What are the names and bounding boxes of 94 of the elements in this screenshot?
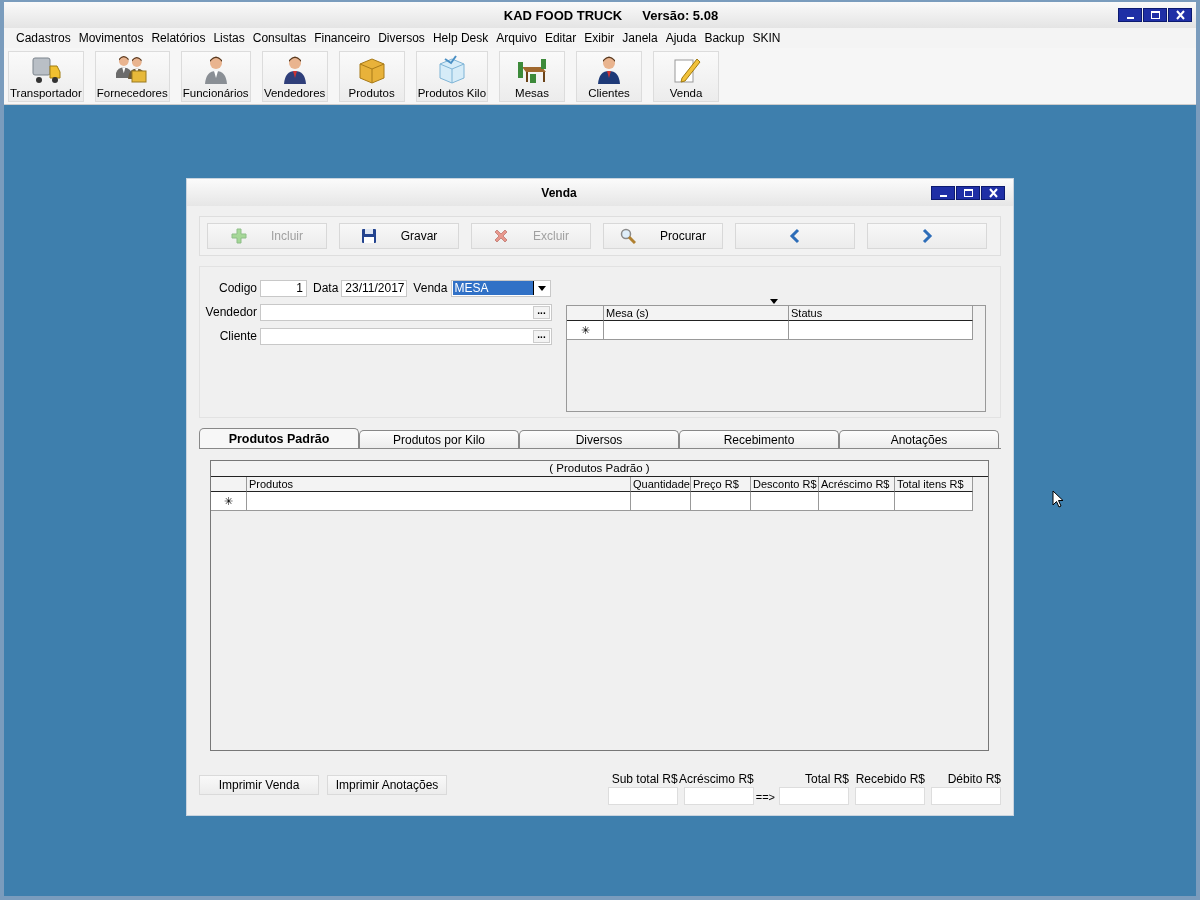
menu-item[interactable]: Arquivo <box>496 31 537 45</box>
menu-item[interactable]: Backup <box>704 31 745 45</box>
toolbar-button[interactable]: Vendedores <box>261 50 328 102</box>
column-header: Acréscimo R$ <box>819 477 895 492</box>
total-label: Total R$ <box>804 772 849 786</box>
total-field[interactable] <box>779 787 849 805</box>
total-field[interactable] <box>855 787 925 805</box>
menu-item[interactable]: Editar <box>544 31 577 45</box>
toolbar-button[interactable]: Clientes <box>576 50 643 102</box>
total-field[interactable] <box>931 787 1001 805</box>
column-header: Status <box>789 306 973 321</box>
menu-item[interactable]: SKIN <box>752 31 781 45</box>
search-icon <box>620 228 636 244</box>
new-row-marker: ✳ <box>567 321 604 340</box>
toolbar-button[interactable]: Venda <box>653 50 720 102</box>
print-button[interactable]: Imprimir Anotações <box>327 775 447 795</box>
code-field[interactable]: 1 <box>260 279 307 297</box>
column-header: Quantidade <box>631 477 691 492</box>
action-button[interactable]: Procurar <box>603 223 723 249</box>
maximize-icon <box>962 187 974 198</box>
menu-item[interactable]: Diversos <box>378 31 425 45</box>
total-field[interactable] <box>607 787 678 805</box>
app-title: KAD FOOD TRUCK <box>503 7 623 23</box>
menu-item[interactable]: Movimentos <box>78 31 144 45</box>
column-header: Total itens R$ <box>895 477 973 492</box>
column-header: Mesa (s) <box>604 306 789 321</box>
minimize-icon <box>939 194 947 197</box>
action-button[interactable]: Gravar <box>339 223 459 249</box>
total-label: Recebido R$ <box>855 772 925 786</box>
column-header: Desconto R$ <box>751 477 819 492</box>
cursor-icon <box>1052 490 1064 508</box>
menu-item[interactable]: Consultas <box>252 31 307 45</box>
toolbar-button[interactable]: Funcionários <box>180 50 251 102</box>
sale-type-dropdown[interactable]: MESA <box>451 279 552 297</box>
table-caption: ( Produtos Padrão ) <box>211 461 988 477</box>
total-label: Acréscimo R$ <box>679 772 754 786</box>
plus-icon <box>231 228 247 244</box>
maximize-icon <box>1149 10 1161 20</box>
table-cell <box>631 492 691 511</box>
menu-item[interactable]: Cadastros <box>16 31 71 45</box>
tab[interactable]: Recebimento <box>679 430 839 448</box>
total-field[interactable] <box>683 787 754 805</box>
next-button[interactable] <box>867 223 987 249</box>
maximize-button[interactable] <box>956 185 980 200</box>
browse-button[interactable]: ... <box>533 329 550 343</box>
new-row-marker: ✳ <box>211 492 247 511</box>
delete-icon <box>493 228 509 244</box>
toolbar-button[interactable]: Mesas <box>499 50 566 102</box>
tab[interactable]: Produtos por Kilo <box>359 430 519 448</box>
previous-button[interactable] <box>735 223 855 249</box>
minimize-button[interactable] <box>1118 8 1142 22</box>
date-field[interactable]: 23/11/2017 <box>341 279 408 297</box>
tab[interactable]: Anotações <box>839 430 999 448</box>
total-label: Débito R$ <box>947 772 1001 786</box>
field-label: Venda <box>412 281 449 295</box>
toolbar-button[interactable]: Transportador <box>8 50 84 102</box>
field-label: Codigo <box>217 281 258 295</box>
minimize-button[interactable] <box>931 185 955 200</box>
menu-item[interactable]: Help Desk <box>432 31 489 45</box>
menu-item[interactable]: Ajuda <box>665 31 697 45</box>
total-label: Sub total R$ <box>611 772 678 786</box>
arrow-label: ==> <box>755 791 775 805</box>
column-header: Preço R$ <box>691 477 751 492</box>
close-button[interactable] <box>981 185 1005 200</box>
customer-field[interactable]: ... <box>260 327 552 345</box>
tab[interactable]: Produtos Padrão <box>199 428 359 448</box>
toolbar-button[interactable]: Produtos Kilo <box>415 50 489 102</box>
save-icon <box>360 228 377 244</box>
close-icon <box>1174 10 1186 20</box>
caret-icon <box>538 285 547 291</box>
field-label: Cliente <box>218 329 258 343</box>
menu-item[interactable]: Financeiro <box>314 31 371 45</box>
menu-item[interactable]: Relatórios <box>151 31 206 45</box>
close-icon <box>987 187 999 198</box>
toolbar-button[interactable]: Produtos <box>338 50 405 102</box>
menu-item[interactable]: Exibir <box>584 31 615 45</box>
menu-item[interactable]: Janela <box>622 31 658 45</box>
field-label: Data <box>312 281 340 295</box>
window-title: Venda <box>540 185 578 200</box>
close-button[interactable] <box>1168 8 1192 22</box>
menu-item[interactable]: Listas <box>213 31 245 45</box>
minimize-icon <box>1126 17 1134 19</box>
toolbar-button[interactable]: Fornecedores <box>94 50 170 102</box>
version-label: Versão: 5.08 <box>642 7 719 23</box>
seller-field[interactable]: ... <box>260 303 552 321</box>
people-icon <box>116 53 149 86</box>
browse-button[interactable]: ... <box>533 305 550 319</box>
table-cell <box>751 492 819 511</box>
maximize-button[interactable] <box>1143 8 1167 22</box>
tab[interactable]: Diversos <box>519 430 679 448</box>
print-button[interactable]: Imprimir Venda <box>199 775 319 795</box>
column-header: Produtos <box>247 477 631 492</box>
table-cell <box>691 492 751 511</box>
field-label: Vendedor <box>204 305 258 319</box>
